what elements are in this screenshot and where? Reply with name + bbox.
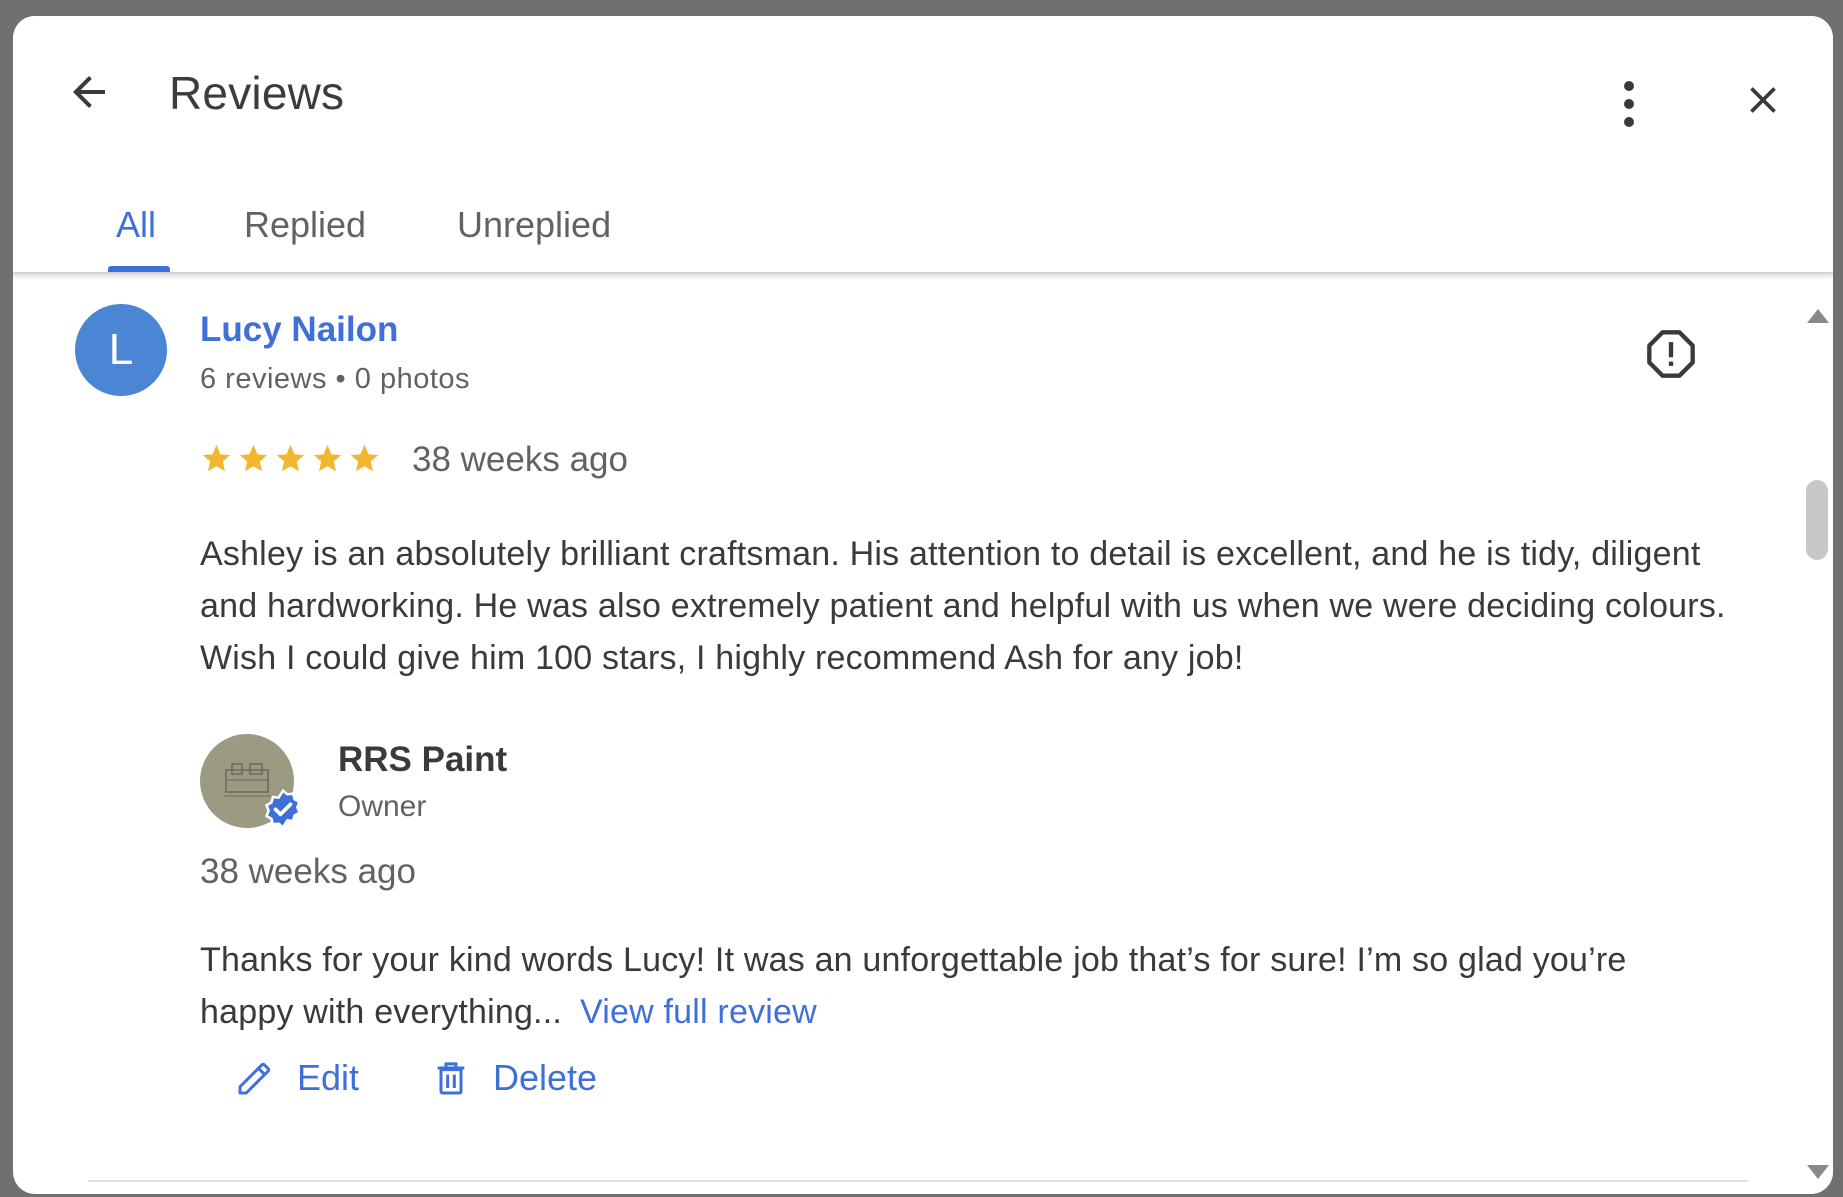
tab-unreplied[interactable]: Unreplied xyxy=(457,204,611,246)
reply-body: Thanks for your kind words Lucy! It was … xyxy=(200,941,1627,1031)
review-text: Ashley is an absolutely brilliant crafts… xyxy=(200,535,1726,677)
scroll-up-arrow-icon[interactable] xyxy=(1805,306,1831,326)
reply-time: 38 weeks ago xyxy=(200,852,416,891)
tab-all[interactable]: All xyxy=(116,204,156,246)
edit-label: Edit xyxy=(297,1057,360,1098)
scrollbar[interactable] xyxy=(1803,286,1833,1194)
view-full-review-link[interactable]: View full review xyxy=(580,993,817,1031)
star-rating xyxy=(200,442,381,475)
more-vert-icon xyxy=(1624,81,1634,127)
reviewer-meta: 6 reviews • 0 photos xyxy=(200,363,471,395)
reviews-dialog: Reviews All Replied Unreplied L Lucy Nai… xyxy=(13,16,1833,1194)
reply-text: Thanks for your kind words Lucy! It was … xyxy=(200,934,1680,1038)
active-tab-indicator xyxy=(108,266,170,272)
edit-reply-button[interactable]: Edit xyxy=(235,1048,359,1108)
reviews-list: L Lucy Nailon 6 reviews • 0 photos 38 we… xyxy=(13,274,1803,1194)
close-icon xyxy=(1750,87,1776,113)
star-icon xyxy=(313,444,342,472)
arrow-back-icon xyxy=(73,76,105,108)
report-icon xyxy=(1647,330,1695,378)
star-icon xyxy=(276,444,305,472)
review-divider xyxy=(88,1180,1748,1182)
star-icon xyxy=(350,444,379,472)
reviewer-avatar[interactable]: L xyxy=(75,304,167,396)
back-button[interactable] xyxy=(57,60,121,124)
close-button[interactable] xyxy=(1733,70,1793,130)
dialog-title: Reviews xyxy=(169,67,345,119)
star-icon xyxy=(239,444,268,472)
owner-role: Owner xyxy=(338,790,427,823)
star-icon xyxy=(202,444,231,472)
review-tabs: All Replied Unreplied xyxy=(13,186,1833,274)
pencil-icon xyxy=(238,1062,271,1095)
verified-badge-icon xyxy=(264,789,302,829)
reviewer-name[interactable]: Lucy Nailon xyxy=(200,310,398,350)
tab-replied[interactable]: Replied xyxy=(244,204,366,246)
review-time: 38 weeks ago xyxy=(412,440,628,479)
delete-label: Delete xyxy=(493,1057,598,1098)
delete-reply-button[interactable]: Delete xyxy=(431,1048,597,1108)
scroll-thumb[interactable] xyxy=(1806,480,1828,560)
more-options-button[interactable] xyxy=(1607,72,1651,136)
owner-name: RRS Paint xyxy=(338,740,508,779)
report-review-button[interactable] xyxy=(1643,326,1699,382)
dialog-header: Reviews All Replied Unreplied xyxy=(13,16,1833,274)
scroll-down-arrow-icon[interactable] xyxy=(1805,1162,1831,1182)
trash-icon xyxy=(437,1062,465,1095)
